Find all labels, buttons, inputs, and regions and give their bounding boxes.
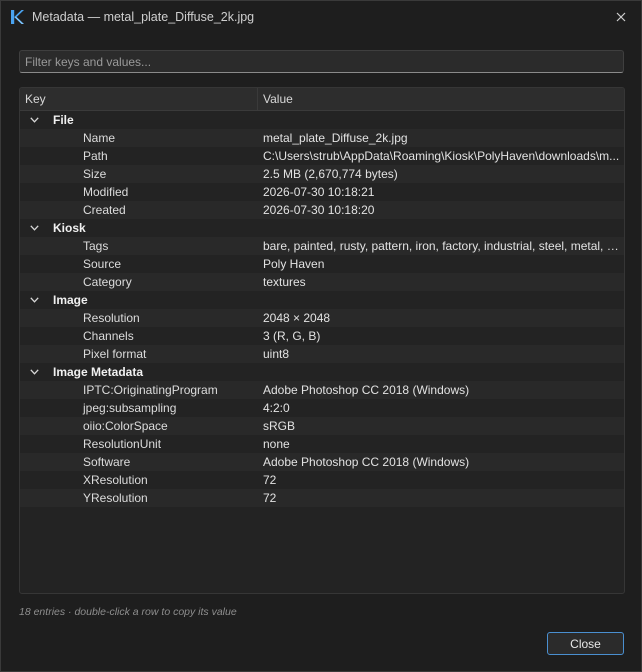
row-key: Path	[83, 149, 108, 163]
row-key: Source	[83, 257, 122, 271]
chevron-down-icon[interactable]	[27, 111, 41, 129]
row-key: Pixel format	[83, 347, 147, 361]
group-row-image[interactable]: Image	[20, 291, 624, 309]
column-header-value[interactable]: Value	[258, 88, 624, 110]
column-header-key[interactable]: Key	[20, 88, 258, 110]
title-bar: Metadata — metal_plate_Diffuse_2k.jpg	[1, 1, 641, 33]
row-value: metal_plate_Diffuse_2k.jpg	[263, 131, 408, 145]
table-row[interactable]: Resolution 2048 × 2048	[20, 309, 624, 327]
filter-input[interactable]	[19, 50, 624, 73]
row-value: Adobe Photoshop CC 2018 (Windows)	[263, 455, 470, 469]
row-value: 2026-07-30 10:18:20	[263, 203, 375, 217]
row-value: none	[263, 437, 290, 451]
group-row-kiosk[interactable]: Kiosk	[20, 219, 624, 237]
group-label: Image Metadata	[53, 365, 144, 379]
table-row[interactable]: Path C:\Users\strub\AppData\Roaming\Kiosk…	[20, 147, 624, 165]
close-icon[interactable]	[611, 7, 631, 27]
row-key: XResolution	[83, 473, 148, 487]
row-value: 2.5 MB (2,670,774 bytes)	[263, 167, 398, 181]
row-value: 72	[263, 473, 277, 487]
row-key: Created	[83, 203, 126, 217]
chevron-down-icon[interactable]	[27, 219, 41, 237]
table-row[interactable]: Pixel format uint8	[20, 345, 624, 363]
window-title: Metadata — metal_plate_Diffuse_2k.jpg	[32, 10, 255, 24]
row-value: 3 (R, G, B)	[263, 329, 321, 343]
table-body: File Name metal_plate_Diffuse_2k.jpg Path C:…	[20, 111, 624, 507]
row-key: Tags	[83, 239, 109, 253]
row-key: IPTC:OriginatingProgram	[83, 383, 218, 397]
row-value: sRGB	[263, 419, 296, 433]
group-label: Image	[53, 293, 88, 307]
row-key: Resolution	[83, 311, 140, 325]
table-row[interactable]: Size 2.5 MB (2,670,774 bytes)	[20, 165, 624, 183]
row-key: Modified	[83, 185, 129, 199]
group-row-file[interactable]: File	[20, 111, 624, 129]
table-row[interactable]: jpeg:subsampling 4:2:0	[20, 399, 624, 417]
row-value: 4:2:0	[263, 401, 290, 415]
row-key: ResolutionUnit	[83, 437, 162, 451]
row-value: C:\Users\strub\AppData\Roaming\Kiosk\Pol…	[263, 149, 620, 163]
table-header: Key Value	[20, 88, 624, 111]
row-key: jpeg:subsampling	[83, 401, 177, 415]
group-row-image-metadata[interactable]: Image Metadata	[20, 363, 624, 381]
row-key: Category	[83, 275, 132, 289]
group-label: Kiosk	[53, 221, 86, 235]
metadata-table: Key Value File Name metal_plate_Diffuse_2k…	[19, 87, 625, 594]
table-row[interactable]: Created 2026-07-30 10:18:20	[20, 201, 624, 219]
row-key: oiio:ColorSpace	[83, 419, 168, 433]
close-button[interactable]: Close	[547, 632, 624, 655]
kiosk-logo-icon	[9, 9, 25, 25]
table-row[interactable]: XResolution 72	[20, 471, 624, 489]
table-row[interactable]: ResolutionUnit none	[20, 435, 624, 453]
table-row[interactable]: oiio:ColorSpace sRGB	[20, 417, 624, 435]
row-value: Adobe Photoshop CC 2018 (Windows)	[263, 383, 470, 397]
status-text: 18 entries · double-click a row to copy …	[19, 606, 237, 618]
table-row[interactable]: Name metal_plate_Diffuse_2k.jpg	[20, 129, 624, 147]
row-key: Channels	[83, 329, 134, 343]
table-row[interactable]: Tags bare, painted, rusty, pattern, iron,…	[20, 237, 624, 255]
table-row[interactable]: Modified 2026-07-30 10:18:21	[20, 183, 624, 201]
table-row[interactable]: YResolution 72	[20, 489, 624, 507]
table-row[interactable]: IPTC:OriginatingProgram Adobe Photoshop C…	[20, 381, 624, 399]
row-value: 72	[263, 491, 277, 505]
group-label: File	[53, 113, 74, 127]
row-key: Software	[83, 455, 131, 469]
table-row[interactable]: Category textures	[20, 273, 624, 291]
row-value: 2048 × 2048	[263, 311, 331, 325]
table-row[interactable]: Source Poly Haven	[20, 255, 624, 273]
row-key: Size	[83, 167, 107, 181]
row-value: Poly Haven	[263, 257, 325, 271]
row-value: uint8	[263, 347, 290, 361]
chevron-down-icon[interactable]	[27, 291, 41, 309]
table-row[interactable]: Channels 3 (R, G, B)	[20, 327, 624, 345]
table-row[interactable]: Software Adobe Photoshop CC 2018 (Windows…	[20, 453, 624, 471]
row-value: 2026-07-30 10:18:21	[263, 185, 375, 199]
row-value: bare, painted, rusty, pattern, iron, fac…	[263, 239, 623, 253]
row-value: textures	[263, 275, 306, 289]
row-key: Name	[83, 131, 116, 145]
row-key: YResolution	[83, 491, 148, 505]
metadata-dialog: Metadata — metal_plate_Diffuse_2k.jpg Ke…	[0, 0, 642, 672]
chevron-down-icon[interactable]	[27, 363, 41, 381]
